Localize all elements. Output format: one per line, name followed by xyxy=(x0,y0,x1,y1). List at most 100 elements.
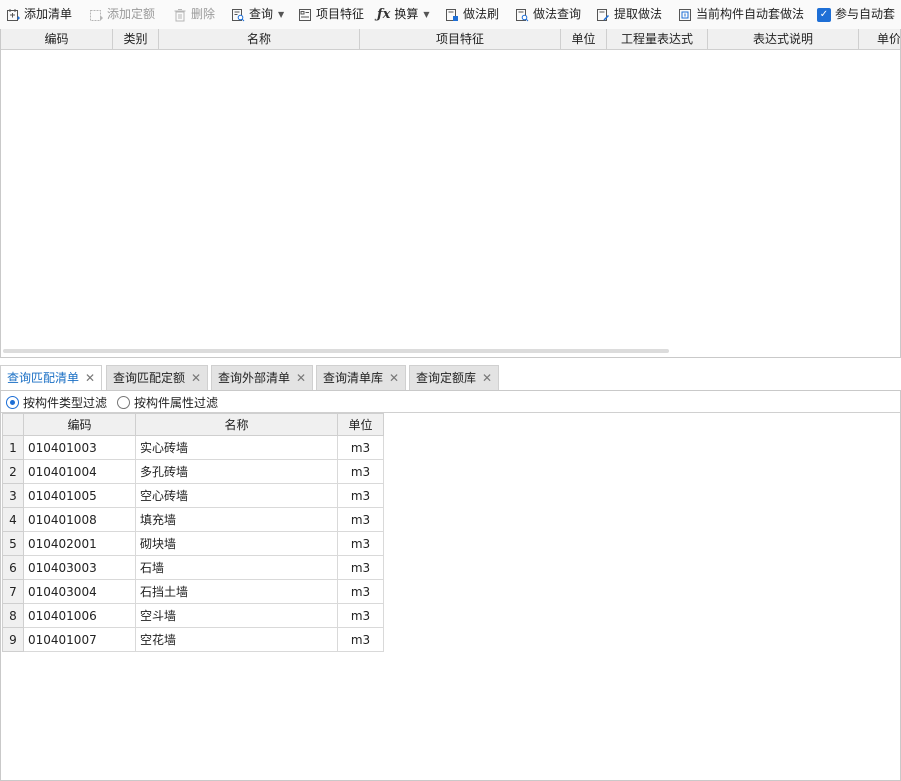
col-header-unit[interactable]: 单位 xyxy=(561,29,607,49)
checkmark-icon: ✓ xyxy=(817,7,831,22)
add-list-button[interactable]: 添加清单 xyxy=(6,4,72,25)
row-number[interactable]: 4 xyxy=(2,507,24,532)
code-cell[interactable]: 010402001 xyxy=(23,531,136,556)
row-number[interactable]: 5 xyxy=(2,531,24,556)
table-row[interactable]: 5 010402001 砌块墙 m3 xyxy=(2,531,384,556)
row-number[interactable]: 6 xyxy=(2,555,24,580)
name-cell[interactable]: 实心砖墙 xyxy=(135,435,338,460)
convert-button[interactable]: ƒx 换算 ▼ xyxy=(377,4,430,25)
delete-button[interactable]: 删除 xyxy=(173,4,215,25)
unit-cell[interactable]: m3 xyxy=(337,555,384,580)
row-number[interactable]: 9 xyxy=(2,627,24,652)
upper-grid: 编码 类别 名称 项目特征 单位 工程量表达式 表达式说明 单价 xyxy=(0,29,901,358)
auto-apply-button[interactable]: 当前构件自动套做法 xyxy=(678,4,804,25)
query-icon xyxy=(232,8,245,21)
row-number[interactable]: 3 xyxy=(2,483,24,508)
method-brush-button[interactable]: 做法刷 xyxy=(445,4,499,25)
code-cell[interactable]: 010401006 xyxy=(23,603,136,628)
name-cell[interactable]: 砌块墙 xyxy=(135,531,338,556)
name-cell[interactable]: 空花墙 xyxy=(135,627,338,652)
method-query-button[interactable]: 做法查询 xyxy=(515,4,581,25)
name-cell[interactable]: 石挡土墙 xyxy=(135,579,338,604)
close-icon[interactable]: ✕ xyxy=(482,371,492,385)
row-number-header xyxy=(2,413,24,436)
name-cell[interactable]: 空心砖墙 xyxy=(135,483,338,508)
query-button[interactable]: 查询 ▼ xyxy=(231,4,284,25)
item-features-icon xyxy=(299,8,311,21)
tab-query-match-quota[interactable]: 查询匹配定额 ✕ xyxy=(106,365,209,391)
row-number[interactable]: 1 xyxy=(2,435,24,460)
name-cell[interactable]: 多孔砖墙 xyxy=(135,459,338,484)
tab-query-external-list[interactable]: 查询外部清单 ✕ xyxy=(211,365,314,391)
table-row[interactable]: 3 010401005 空心砖墙 m3 xyxy=(2,483,384,508)
code-cell[interactable]: 010401004 xyxy=(23,459,136,484)
col-header-unit[interactable]: 单位 xyxy=(337,413,384,436)
col-header-name[interactable]: 名称 xyxy=(135,413,338,436)
tab-bar: 查询匹配清单 ✕ 查询匹配定额 ✕ 查询外部清单 ✕ 查询清单库 ✕ 查询定额库 ✕ xyxy=(0,365,901,392)
code-cell[interactable]: 010403003 xyxy=(23,555,136,580)
col-header-expression-desc[interactable]: 表达式说明 xyxy=(708,29,859,49)
close-icon[interactable]: ✕ xyxy=(191,371,201,385)
col-header-code[interactable]: 编码 xyxy=(1,29,113,49)
unit-cell[interactable]: m3 xyxy=(337,459,384,484)
col-header-code[interactable]: 编码 xyxy=(23,413,136,436)
filter-by-attr-radio[interactable]: 按构件属性过滤 xyxy=(117,394,218,411)
table-row[interactable]: 4 010401008 填充墙 m3 xyxy=(2,507,384,532)
unit-cell[interactable]: m3 xyxy=(337,579,384,604)
extract-method-label: 提取做法 xyxy=(614,7,663,21)
col-header-type[interactable]: 类别 xyxy=(113,29,159,49)
code-cell[interactable]: 010401007 xyxy=(23,627,136,652)
method-query-label: 做法查询 xyxy=(533,7,582,21)
item-features-label: 项目特征 xyxy=(316,7,365,21)
row-number[interactable]: 7 xyxy=(2,579,24,604)
filter-by-attr-label: 按构件属性过滤 xyxy=(134,396,219,410)
table-row[interactable]: 8 010401006 空斗墙 m3 xyxy=(2,603,384,628)
extract-method-button[interactable]: 提取做法 xyxy=(596,4,662,25)
close-icon[interactable]: ✕ xyxy=(389,371,399,385)
close-icon[interactable]: ✕ xyxy=(85,371,95,385)
table-row[interactable]: 1 010401003 实心砖墙 m3 xyxy=(2,435,384,460)
code-cell[interactable]: 010401008 xyxy=(23,507,136,532)
col-header-price[interactable]: 单价 xyxy=(859,29,900,49)
table-row[interactable]: 9 010401007 空花墙 m3 xyxy=(2,627,384,652)
col-header-name[interactable]: 名称 xyxy=(159,29,360,49)
col-header-features[interactable]: 项目特征 xyxy=(360,29,561,49)
tab-query-match-list[interactable]: 查询匹配清单 ✕ xyxy=(0,365,103,392)
code-cell[interactable]: 010403004 xyxy=(23,579,136,604)
radio-unselected-icon xyxy=(117,396,130,409)
tab-label: 查询匹配定额 xyxy=(113,371,186,385)
name-cell[interactable]: 空斗墙 xyxy=(135,603,338,628)
horizontal-scrollbar[interactable] xyxy=(3,349,669,353)
code-cell[interactable]: 010401005 xyxy=(23,483,136,508)
table-row[interactable]: 7 010403004 石挡土墙 m3 xyxy=(2,579,384,604)
chevron-down-icon[interactable]: ▼ xyxy=(278,4,284,25)
unit-cell[interactable]: m3 xyxy=(337,435,384,460)
close-icon[interactable]: ✕ xyxy=(296,371,306,385)
unit-cell[interactable]: m3 xyxy=(337,483,384,508)
add-quota-button[interactable]: 添加定额 xyxy=(89,4,155,25)
trash-icon xyxy=(174,8,186,21)
unit-cell[interactable]: m3 xyxy=(337,603,384,628)
table-row[interactable]: 6 010403003 石墙 m3 xyxy=(2,555,384,580)
name-cell[interactable]: 填充墙 xyxy=(135,507,338,532)
table-row[interactable]: 2 010401004 多孔砖墙 m3 xyxy=(2,459,384,484)
item-features-button[interactable]: 项目特征 xyxy=(298,4,364,25)
filter-by-type-radio[interactable]: 按构件类型过滤 xyxy=(6,394,107,411)
tab-query-quota-library[interactable]: 查询定额库 ✕ xyxy=(409,365,500,391)
code-cell[interactable]: 010401003 xyxy=(23,435,136,460)
method-brush-label: 做法刷 xyxy=(463,7,500,21)
unit-cell[interactable]: m3 xyxy=(337,627,384,652)
row-number[interactable]: 8 xyxy=(2,603,24,628)
add-quota-icon xyxy=(90,9,103,21)
col-header-expression[interactable]: 工程量表达式 xyxy=(607,29,708,49)
tab-query-list-library[interactable]: 查询清单库 ✕ xyxy=(316,365,407,391)
unit-cell[interactable]: m3 xyxy=(337,507,384,532)
tab-label: 查询定额库 xyxy=(416,371,477,385)
participate-auto-checkbox[interactable]: ✓ 参与自动套 xyxy=(817,4,895,25)
name-cell[interactable]: 石墙 xyxy=(135,555,338,580)
row-number[interactable]: 2 xyxy=(2,459,24,484)
unit-cell[interactable]: m3 xyxy=(337,531,384,556)
chevron-down-icon[interactable]: ▼ xyxy=(423,4,429,25)
tab-label: 查询外部清单 xyxy=(218,371,291,385)
delete-label: 删除 xyxy=(191,7,216,21)
